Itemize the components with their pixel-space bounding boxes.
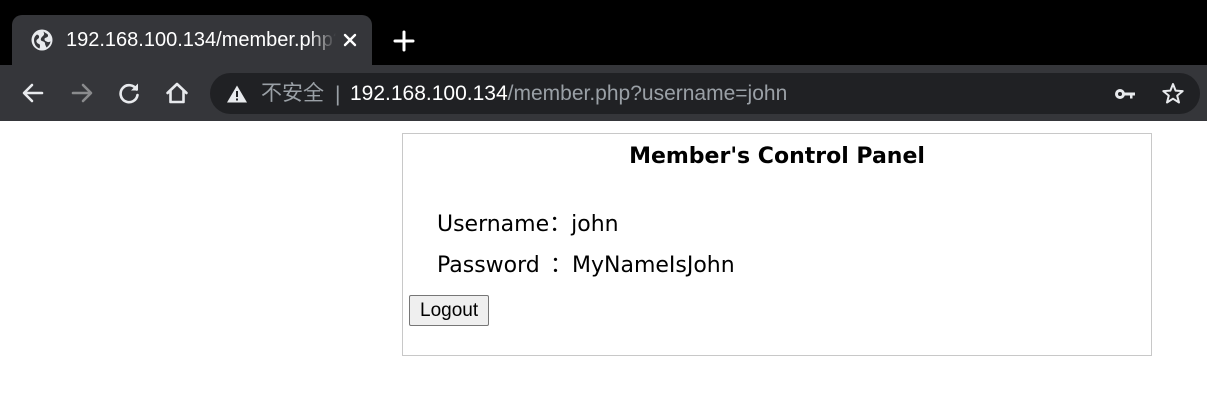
address-bar[interactable]: 不安全 | 192.168.100.134/member.php?usernam…	[210, 73, 1200, 114]
tab-title: 192.168.100.134/member.php?username=john	[66, 29, 336, 51]
url-text[interactable]: 192.168.100.134/member.php?username=john	[350, 81, 787, 107]
member-control-panel: Member's Control Panel Username：john Pas…	[402, 133, 1152, 356]
reload-icon[interactable]	[115, 79, 143, 107]
close-icon[interactable]	[337, 27, 363, 53]
arrow-left-icon[interactable]	[19, 79, 47, 107]
key-icon[interactable]	[1113, 82, 1137, 106]
password-label: Password	[436, 253, 540, 278]
logout-button[interactable]: Logout	[409, 295, 490, 326]
tab-strip: 192.168.100.134/member.php?username=john	[0, 0, 1207, 65]
home-icon[interactable]	[163, 79, 191, 107]
security-label[interactable]: 不安全	[261, 81, 324, 107]
warning-icon[interactable]	[226, 84, 248, 104]
separator: |	[335, 83, 341, 106]
panel-title: Member's Control Panel	[629, 144, 925, 169]
star-icon[interactable]	[1160, 81, 1186, 107]
url-host: 192.168.100.134	[350, 82, 508, 105]
url-path: /member.php?username=john	[507, 82, 788, 105]
password-colon: ：	[549, 253, 572, 278]
globe-icon	[31, 29, 53, 51]
password-value: MyNameIsJohn	[572, 253, 735, 278]
browser-tab[interactable]: 192.168.100.134/member.php?username=john	[12, 15, 372, 65]
arrow-right-icon[interactable]	[68, 79, 96, 107]
browser-toolbar: 不安全 | 192.168.100.134/member.php?usernam…	[0, 65, 1207, 121]
plus-icon[interactable]	[390, 27, 418, 55]
